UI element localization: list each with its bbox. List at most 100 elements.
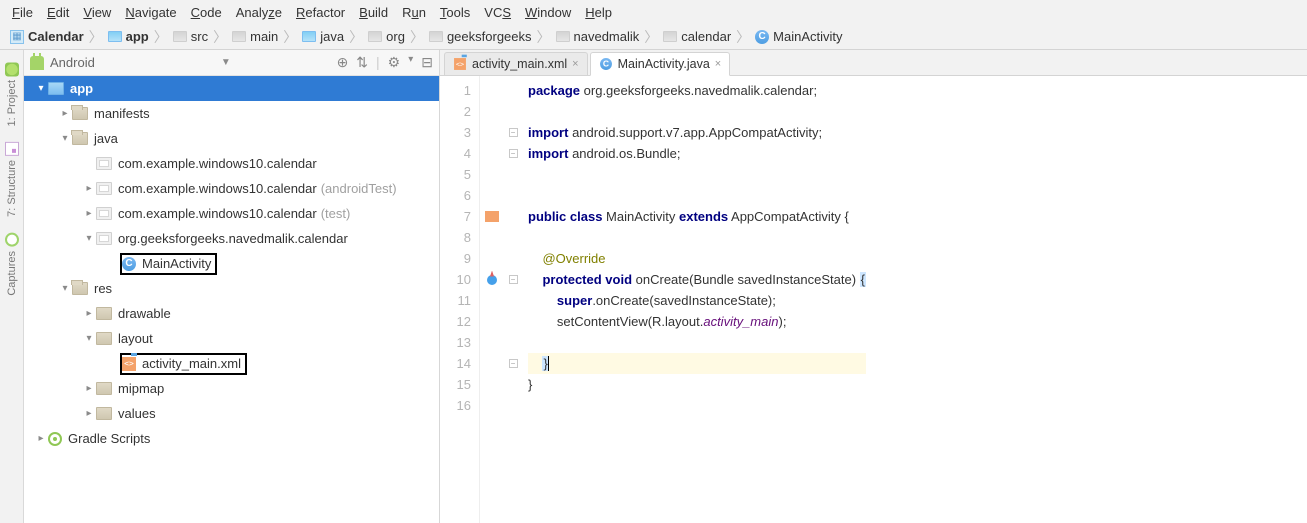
android-icon <box>30 56 44 70</box>
project-view-selector[interactable]: Android <box>50 55 95 70</box>
crumb-src[interactable]: src <box>169 29 212 44</box>
chevron-right-icon: 〉 <box>213 27 227 47</box>
menu-refactor[interactable]: Refactor <box>290 3 351 22</box>
chevron-right-icon: 〉 <box>283 27 297 47</box>
chevron-right-icon: 〉 <box>410 27 424 47</box>
chevron-right-icon: 〉 <box>89 27 103 47</box>
xml-file-icon <box>122 357 136 371</box>
crumb-class[interactable]: CMainActivity <box>751 29 846 44</box>
scroll-from-source-button[interactable]: ⊕ <box>337 54 349 71</box>
tree-label: app <box>70 81 93 96</box>
code-content[interactable]: package org.geeksforgeeks.navedmalik.cal… <box>522 76 866 523</box>
line-number-gutter: 1234 5678 9101112 13141516 <box>440 76 480 523</box>
fold-gutter: − − − − <box>504 76 522 523</box>
tree-label: layout <box>118 331 153 346</box>
tab-mainactivity[interactable]: C MainActivity.java × <box>590 52 731 76</box>
crumb-root-label: Calendar <box>28 29 84 44</box>
tab-label: MainActivity.java <box>618 57 710 71</box>
editor-tabs: activity_main.xml × C MainActivity.java … <box>440 50 1307 76</box>
tree-node-values[interactable]: ▸ values <box>24 401 439 426</box>
menu-view[interactable]: View <box>77 3 117 22</box>
chevron-right-icon: 〉 <box>349 27 363 47</box>
sidetab-captures[interactable]: Captures <box>3 225 21 304</box>
class-icon: C <box>600 58 612 70</box>
tree-node-res[interactable]: ▾ res <box>24 276 439 301</box>
crumb-naved[interactable]: navedmalik <box>552 29 644 44</box>
tab-activity-main[interactable]: activity_main.xml × <box>444 52 588 75</box>
xml-file-icon <box>454 58 466 70</box>
crumb-app-label: app <box>126 29 149 44</box>
tree-node-app[interactable]: ▾ app <box>24 76 439 101</box>
sidetab-project[interactable]: 1: Project <box>3 54 21 134</box>
menu-tools[interactable]: Tools <box>434 3 476 22</box>
structure-icon <box>5 142 19 156</box>
crumb-label: src <box>191 29 208 44</box>
crumb-label: navedmalik <box>574 29 640 44</box>
captures-icon <box>5 233 19 247</box>
menu-help[interactable]: Help <box>579 3 618 22</box>
menu-navigate[interactable]: Navigate <box>119 3 182 22</box>
fold-toggle[interactable]: − <box>509 359 518 368</box>
tree-label: drawable <box>118 306 171 321</box>
tree-node-mipmap[interactable]: ▸ mipmap <box>24 376 439 401</box>
chevron-right-icon: 〉 <box>644 27 658 47</box>
tree-label: activity_main.xml <box>142 356 241 371</box>
menu-file[interactable]: File <box>6 3 39 22</box>
menu-edit[interactable]: Edit <box>41 3 75 22</box>
chevron-down-icon[interactable]: ▾ <box>408 54 413 71</box>
tree-node-manifests[interactable]: ▸ manifests <box>24 101 439 126</box>
sort-button[interactable]: ⇅ <box>356 54 368 71</box>
crumb-label: main <box>250 29 278 44</box>
menu-window[interactable]: Window <box>519 3 577 22</box>
tree-label: mipmap <box>118 381 164 396</box>
crumb-java[interactable]: java <box>298 29 348 44</box>
tree-node-pkg4[interactable]: ▾ org.geeksforgeeks.navedmalik.calendar <box>24 226 439 251</box>
related-xml-icon[interactable] <box>485 211 499 222</box>
close-icon[interactable]: × <box>572 58 578 70</box>
crumb-root[interactable]: ▦ Calendar <box>6 29 88 44</box>
crumb-app[interactable]: app <box>104 29 153 44</box>
gutter-marks <box>480 76 504 523</box>
crumb-org[interactable]: org <box>364 29 409 44</box>
tree-node-activitymain[interactable]: activity_main.xml <box>24 351 439 376</box>
tree-node-pkg3[interactable]: ▸ com.example.windows10.calendar (test) <box>24 201 439 226</box>
tree-label-suffix: (test) <box>321 206 351 221</box>
close-icon[interactable]: × <box>715 58 721 70</box>
fold-toggle[interactable]: − <box>509 128 518 137</box>
menu-vcs[interactable]: VCS <box>478 3 517 22</box>
menu-run[interactable]: Run <box>396 3 432 22</box>
sidetab-label: 1: Project <box>6 80 18 126</box>
tree-label: com.example.windows10.calendar <box>118 206 317 221</box>
crumb-main[interactable]: main <box>228 29 282 44</box>
menu-analyze[interactable]: Analyze <box>230 3 288 22</box>
sidetab-structure[interactable]: 7: Structure <box>3 134 21 225</box>
tree-node-layout[interactable]: ▾ layout <box>24 326 439 351</box>
menu-build[interactable]: Build <box>353 3 394 22</box>
sidetab-label: 7: Structure <box>6 160 18 217</box>
tree-node-mainactivity[interactable]: C MainActivity <box>24 251 439 276</box>
tree-node-pkg2[interactable]: ▸ com.example.windows10.calendar (androi… <box>24 176 439 201</box>
fold-toggle[interactable]: − <box>509 275 518 284</box>
menu-code[interactable]: Code <box>185 3 228 22</box>
editor-area: activity_main.xml × C MainActivity.java … <box>440 50 1307 523</box>
tree-label-suffix: (androidTest) <box>321 181 397 196</box>
tree-node-java[interactable]: ▾ java <box>24 126 439 151</box>
tree-node-pkg1[interactable]: com.example.windows10.calendar <box>24 151 439 176</box>
dropdown-arrow-icon[interactable]: ▼ <box>221 57 231 68</box>
main-menu-bar: File Edit View Navigate Code Analyze Ref… <box>0 0 1307 24</box>
gear-icon[interactable]: ⚙ <box>388 54 401 71</box>
breadcrumb: ▦ Calendar 〉 app 〉 src 〉 main 〉 java 〉 o… <box>0 24 1307 50</box>
tree-label: manifests <box>94 106 150 121</box>
crumb-calendar[interactable]: calendar <box>659 29 735 44</box>
crumb-geeks[interactable]: geeksforgeeks <box>425 29 536 44</box>
tree-node-gradle[interactable]: ▸ Gradle Scripts <box>24 426 439 451</box>
crumb-label: MainActivity <box>773 29 842 44</box>
tree-node-drawable[interactable]: ▸ drawable <box>24 301 439 326</box>
code-editor[interactable]: 1234 5678 9101112 13141516 − − − − <box>440 76 1307 523</box>
crumb-label: java <box>320 29 344 44</box>
fold-toggle[interactable]: − <box>509 149 518 158</box>
tree-label: values <box>118 406 156 421</box>
collapse-all-button[interactable]: ⊟ <box>421 54 433 71</box>
override-icon[interactable] <box>487 275 497 285</box>
chevron-right-icon: 〉 <box>736 27 750 47</box>
